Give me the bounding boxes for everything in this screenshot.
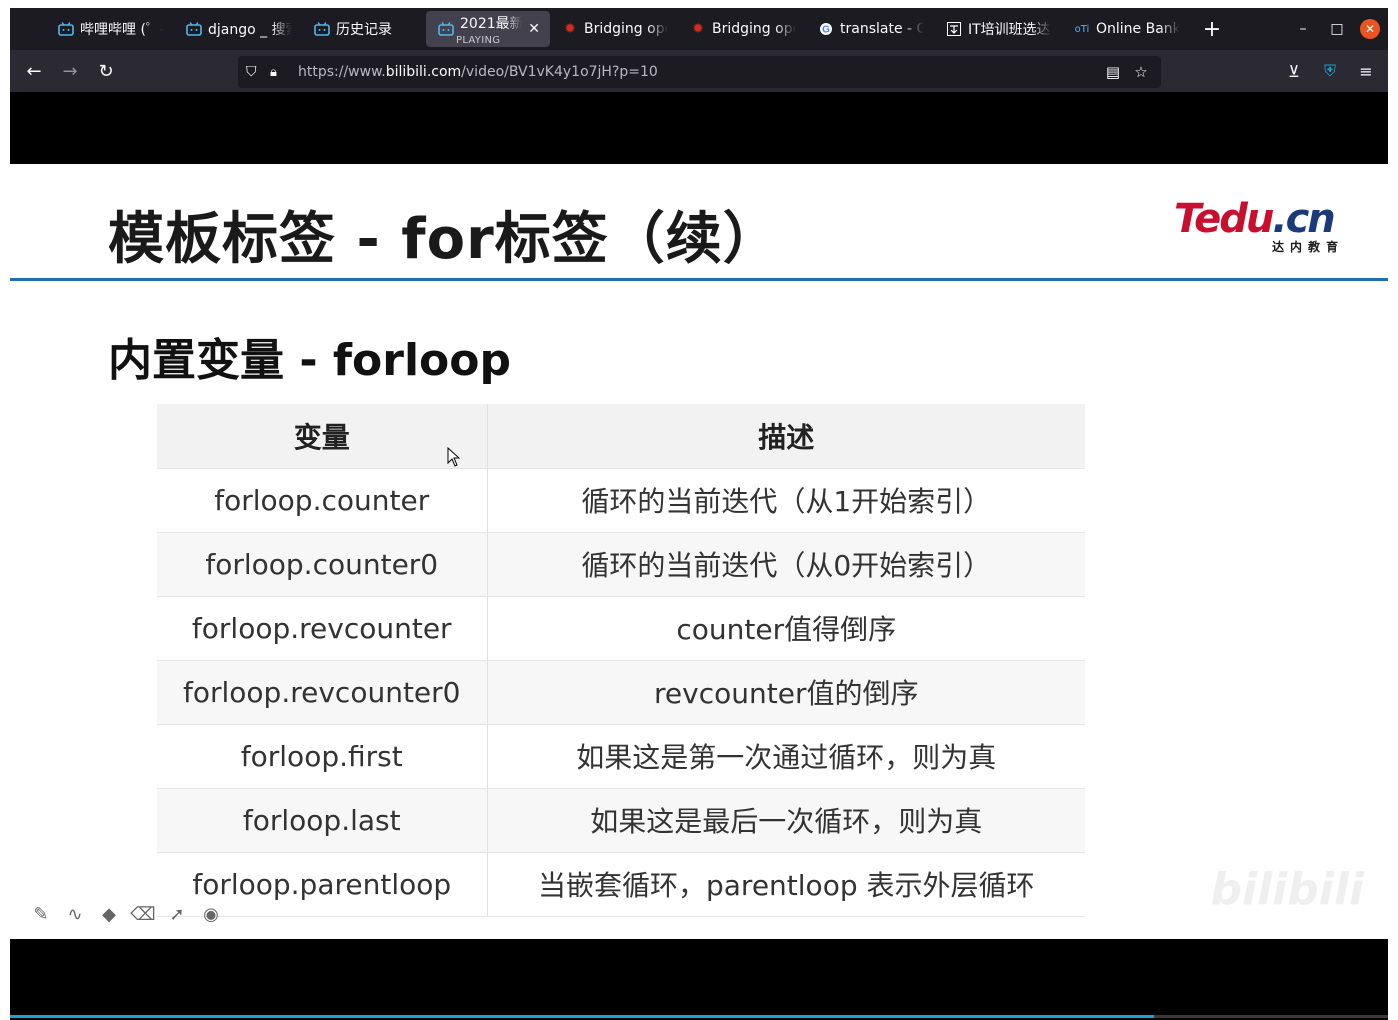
description-cell: counter值得倒序 bbox=[487, 596, 1085, 661]
logo-cn-text: .cn bbox=[1272, 196, 1335, 242]
bilibili-icon bbox=[186, 21, 202, 37]
description-cell: 如果这是第一次通过循环，则为真 bbox=[487, 724, 1085, 789]
browser-window: 哔哩哔哩 (゜-゜)つロ django _ 搜索结果 历史记录 2021最新版 … bbox=[10, 8, 1388, 1020]
bilibili-watermark: bilibili bbox=[1210, 864, 1364, 915]
tab-bridging-2[interactable]: ✹ Bridging open bbox=[678, 12, 806, 46]
bank-icon: oTi bbox=[1074, 23, 1090, 35]
tab-tedu[interactable]: IT培训班选达内 bbox=[934, 12, 1062, 46]
forward-arrow-icon[interactable]: → bbox=[52, 55, 88, 87]
record-icon[interactable]: ◉ bbox=[194, 902, 228, 926]
menu-icon[interactable]: ≡ bbox=[1348, 62, 1384, 81]
table-row: forloop.first 如果这是第一次通过循环，则为真 bbox=[157, 724, 1085, 789]
tab-online-banking[interactable]: oTi Online Banking bbox=[1062, 12, 1190, 46]
tab-active-video[interactable]: 2021最新版 PLAYING ✕ bbox=[426, 11, 550, 47]
tedu-icon bbox=[946, 21, 962, 37]
minimize-icon[interactable]: – bbox=[1286, 21, 1320, 37]
maple-leaf-icon: ✹ bbox=[564, 21, 576, 37]
back-arrow-icon[interactable]: ← bbox=[16, 55, 52, 87]
variable-cell: forloop.revcounter0 bbox=[157, 660, 488, 725]
tab-bilibili-home[interactable]: 哔哩哔哩 (゜-゜)つロ bbox=[46, 12, 174, 46]
url-prefix: https://www. bbox=[298, 64, 386, 80]
reader-view-icon[interactable]: ▤ bbox=[1099, 63, 1127, 81]
pointer-icon[interactable]: ➚ bbox=[160, 902, 194, 926]
tab-bridging-1[interactable]: ✹ Bridging open bbox=[550, 12, 678, 46]
navigation-bar: ← → ↻ ⛉ 🔒︎ https://www.bilibili.com/vide… bbox=[10, 50, 1388, 92]
variable-cell: forloop.last bbox=[157, 788, 488, 853]
table-row: forloop.last 如果这是最后一次循环，则为真 bbox=[157, 788, 1085, 853]
description-cell: 当嵌套循环，parentloop 表示外层循环 bbox=[487, 852, 1085, 917]
tab-label: Bridging open bbox=[584, 21, 668, 37]
variable-cell: forloop.counter bbox=[157, 468, 488, 533]
pen-icon[interactable]: ✎ bbox=[24, 902, 58, 926]
forloop-variables-table: 变量 描述 forloop.counter 循环的当前迭代（从1开始索引） fo… bbox=[157, 404, 1085, 917]
close-window-icon[interactable]: ✕ bbox=[1360, 19, 1380, 39]
reload-icon[interactable]: ↻ bbox=[88, 55, 124, 87]
tab-django-search[interactable]: django _ 搜索结果 bbox=[174, 12, 302, 46]
playing-indicator: PLAYING bbox=[456, 35, 501, 46]
url-path: /video/BV1vK4y1o7jH?p=10 bbox=[461, 64, 658, 80]
table-row: forloop.revcounter counter值得倒序 bbox=[157, 596, 1085, 661]
maple-leaf-icon: ✹ bbox=[692, 21, 704, 37]
table-header-row: 变量 描述 bbox=[157, 404, 1085, 469]
bilibili-icon bbox=[314, 21, 330, 37]
tab-label: 2021最新版 bbox=[460, 16, 523, 32]
column-header-variable: 变量 bbox=[157, 404, 488, 469]
video-player[interactable]: 模板标签 - for标签（续） Tedu.cn 达内教育 内置变量 - forl… bbox=[10, 92, 1388, 1020]
variable-cell: forloop.counter0 bbox=[157, 532, 488, 597]
table-row: forloop.parentloop 当嵌套循环，parentloop 表示外层… bbox=[157, 852, 1085, 917]
slide: 模板标签 - for标签（续） Tedu.cn 达内教育 内置变量 - forl… bbox=[10, 164, 1388, 939]
url-host: bilibili.com bbox=[385, 64, 462, 80]
tab-bar: 哔哩哔哩 (゜-゜)つロ django _ 搜索结果 历史记录 2021最新版 … bbox=[10, 8, 1388, 50]
tab-label: Bridging open bbox=[712, 21, 796, 37]
bookmark-star-icon[interactable]: ☆ bbox=[1127, 63, 1155, 81]
description-cell: 循环的当前迭代（从0开始索引） bbox=[487, 532, 1085, 597]
google-icon: G bbox=[818, 21, 834, 37]
slide-title: 模板标签 - for标签（续） bbox=[108, 207, 780, 272]
video-progress-fill bbox=[10, 1015, 1154, 1018]
table-row: forloop.counter 循环的当前迭代（从1开始索引） bbox=[157, 468, 1085, 533]
tab-translate[interactable]: G translate - Google bbox=[806, 12, 934, 46]
column-header-description: 描述 bbox=[487, 404, 1085, 469]
url-bar[interactable]: ⛉ 🔒︎ https://www.bilibili.com/video/BV1v… bbox=[238, 56, 1161, 88]
mouse-cursor-icon bbox=[447, 447, 461, 467]
logo-main-text: Tedu bbox=[1174, 196, 1274, 242]
tab-label: IT培训班选达内 bbox=[968, 22, 1052, 38]
lock-icon[interactable]: 🔒︎ bbox=[270, 65, 294, 80]
shield-icon[interactable]: ⛉ bbox=[246, 64, 270, 80]
maximize-icon[interactable]: □ bbox=[1320, 21, 1354, 37]
description-cell: revcounter值的倒序 bbox=[487, 660, 1085, 725]
variable-cell: forloop.first bbox=[157, 724, 488, 789]
video-progress-bar[interactable] bbox=[10, 1015, 1388, 1018]
annotation-toolbar: ✎ ∿ ◆ ⌫ ➚ ◉ bbox=[24, 902, 228, 926]
highlighter-icon[interactable]: ◆ bbox=[92, 902, 126, 926]
extension-icon[interactable]: ⛨ bbox=[1312, 61, 1348, 81]
tab-label: 哔哩哔哩 (゜-゜)つロ bbox=[80, 22, 164, 38]
eraser-icon[interactable]: ⌫ bbox=[126, 902, 160, 926]
tab-label: django _ 搜索结果 bbox=[208, 22, 292, 38]
tedu-logo: Tedu.cn 达内教育 bbox=[1174, 198, 1344, 258]
freehand-icon[interactable]: ∿ bbox=[58, 902, 92, 926]
tab-label: 历史记录 bbox=[336, 22, 392, 38]
svg-text:G: G bbox=[822, 25, 830, 36]
tab-label: translate - Google bbox=[840, 21, 924, 37]
url-text[interactable]: https://www.bilibili.com/video/BV1vK4y1o… bbox=[298, 64, 658, 80]
tab-history[interactable]: 历史记录 bbox=[302, 12, 426, 46]
logo-subtitle: 达内教育 bbox=[1271, 240, 1344, 254]
title-divider bbox=[10, 278, 1388, 281]
slide-subtitle: 内置变量 - forloop bbox=[108, 335, 512, 386]
close-tab-icon[interactable]: ✕ bbox=[528, 21, 540, 37]
variable-cell: forloop.revcounter bbox=[157, 596, 488, 661]
description-cell: 循环的当前迭代（从1开始索引） bbox=[487, 468, 1085, 533]
pocket-icon[interactable]: ⊻ bbox=[1276, 62, 1312, 81]
new-tab-button[interactable]: + bbox=[1196, 13, 1228, 45]
tab-label: Online Banking bbox=[1096, 21, 1180, 37]
bilibili-icon bbox=[58, 21, 74, 37]
table-row: forloop.counter0 循环的当前迭代（从0开始索引） bbox=[157, 532, 1085, 597]
bilibili-icon bbox=[438, 21, 454, 37]
window-controls: – □ ✕ bbox=[1286, 8, 1388, 50]
description-cell: 如果这是最后一次循环，则为真 bbox=[487, 788, 1085, 853]
table-row: forloop.revcounter0 revcounter值的倒序 bbox=[157, 660, 1085, 725]
